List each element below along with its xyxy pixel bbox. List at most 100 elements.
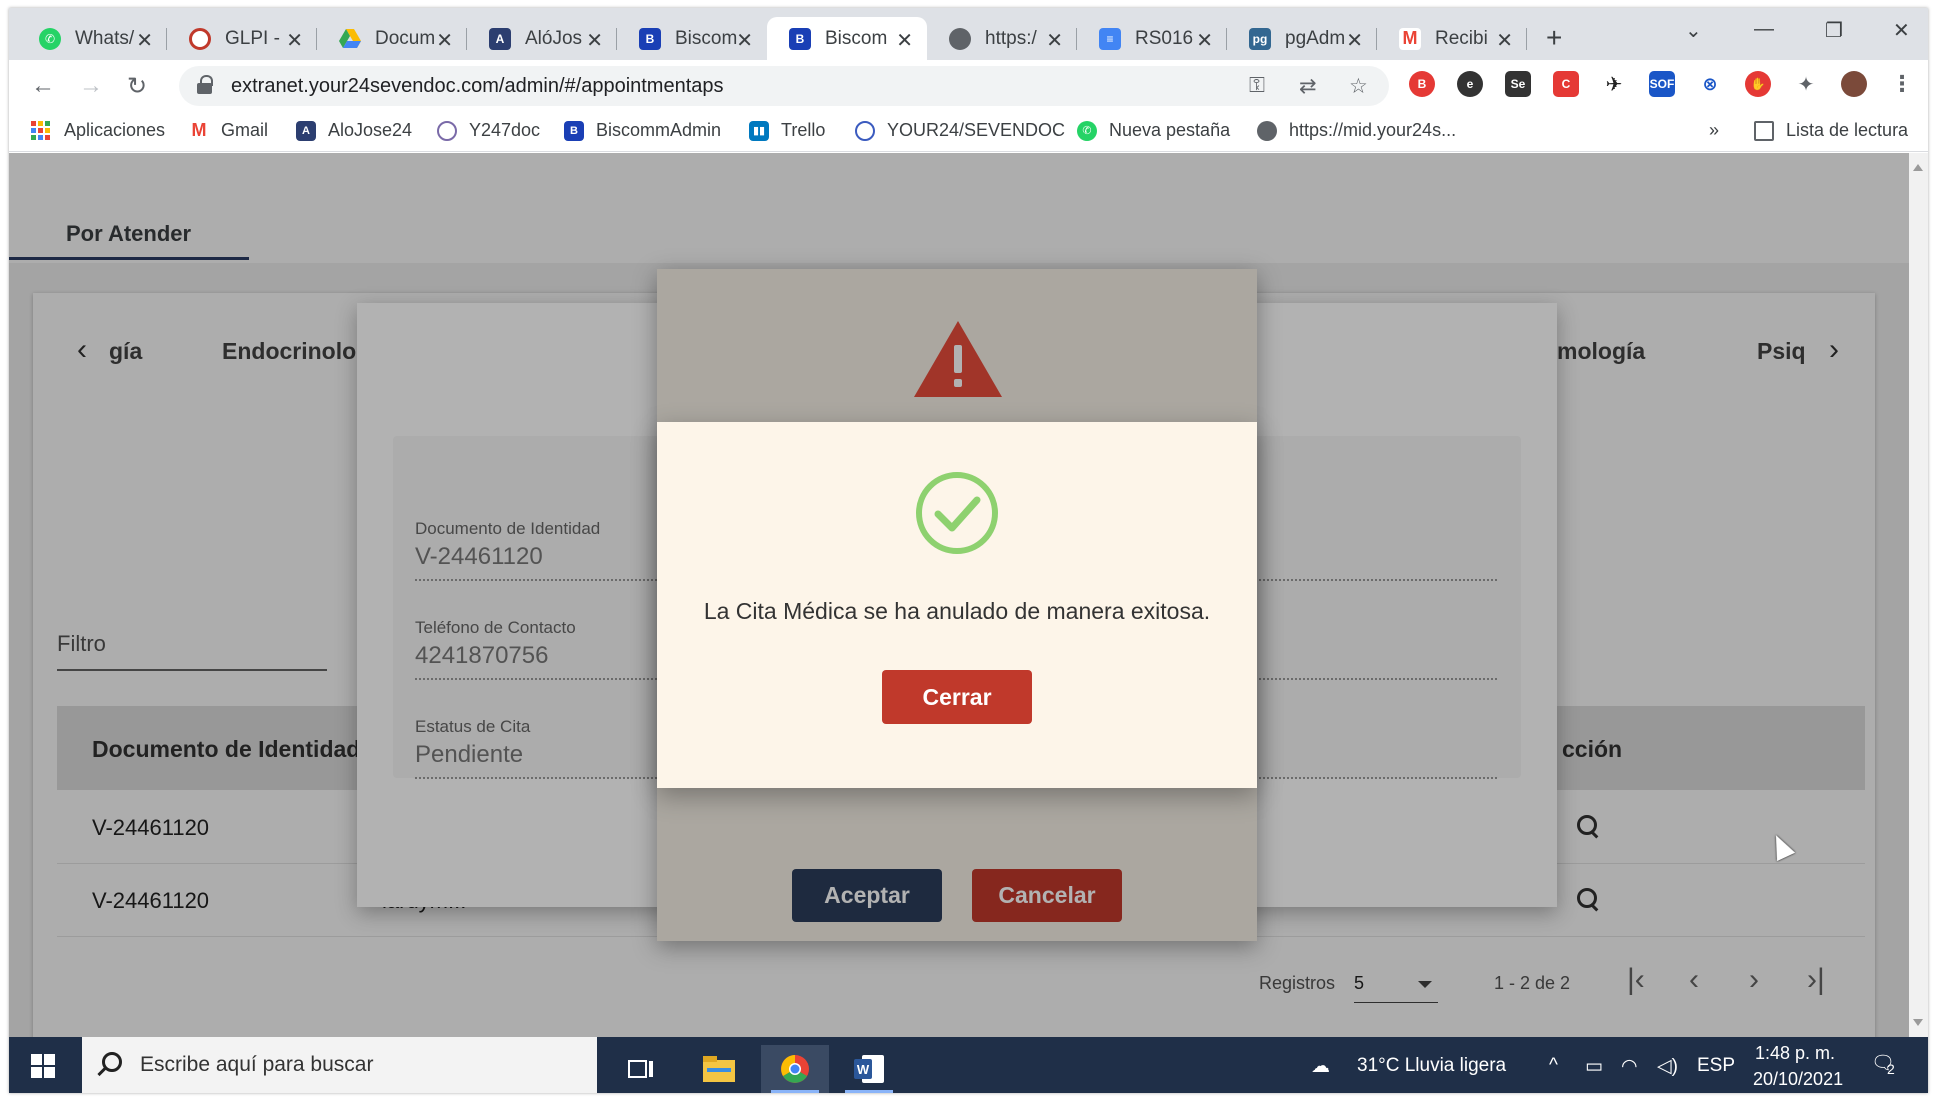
file-explorer-icon[interactable] [685,1045,753,1093]
close-tab-icon[interactable]: ✕ [896,28,913,53]
back-button[interactable]: ← [31,72,55,100]
profile-avatar[interactable] [1841,71,1867,97]
taskbar-search-box[interactable]: Escribe aquí para buscar [82,1037,597,1093]
check-circle-icon [914,470,1000,561]
volume-icon[interactable]: ◁) [1657,1055,1678,1078]
browser-toolbar: ← → ↻ extranet.your24sevendoc.com/admin/… [9,60,1928,112]
weather-icon[interactable]: ☁ [1311,1055,1330,1078]
biscomm-icon: B [789,27,811,50]
windows-start-icon[interactable] [31,1054,55,1078]
bookmark-y247doc[interactable]: Y247doc [437,120,540,141]
bookmark-mid-your24s[interactable]: https://mid.your24s... [1257,120,1456,141]
reading-list-icon [1754,120,1774,141]
close-tab-icon[interactable]: ✕ [1196,28,1213,53]
chrome-icon[interactable] [761,1045,829,1093]
trello-icon: ▮▮ [749,120,769,141]
wifi-icon[interactable]: ◠ [1621,1055,1638,1078]
word-icon[interactable]: W [835,1045,903,1093]
extension-icon[interactable]: SOF [1649,71,1675,97]
bookmark-your24sevendoc[interactable]: YOUR24/SEVENDOC [855,120,1065,141]
tab-search-icon[interactable]: ⌄ [1685,18,1702,43]
active-indicator [771,1090,819,1093]
close-tab-icon[interactable]: ✕ [586,28,603,53]
tab-gmail[interactable]: M Recibi ✕ [1377,17,1527,60]
bookmark-apps[interactable]: Aplicaciones [31,120,165,141]
globe-icon [1257,120,1277,141]
clock-date[interactable]: 20/10/2021 [1753,1069,1843,1090]
bookmark-gmail[interactable]: M Gmail [189,120,269,141]
close-tab-icon[interactable]: ✕ [136,28,153,53]
tab-alojose[interactable]: A AlóJos ✕ [467,17,617,60]
active-indicator [845,1090,893,1093]
biscomm-icon: B [564,120,584,141]
bookmarks-bar: Aplicaciones M Gmail A AloJose24 Y247doc… [9,112,1928,152]
key-icon[interactable]: ⚿ [1249,74,1265,98]
translate-icon[interactable]: ⇄ [1299,74,1317,99]
close-tab-icon[interactable]: ✕ [286,28,303,53]
close-tab-icon[interactable]: ✕ [436,28,453,53]
whatsapp-icon: ✆ [1077,120,1097,141]
svg-text:W: W [857,1062,870,1077]
clock-time[interactable]: 1:48 p. m. [1755,1043,1835,1064]
lock-icon[interactable] [197,75,213,95]
language-indicator[interactable]: ESP [1697,1055,1735,1077]
close-button[interactable]: Cerrar [882,670,1032,724]
address-bar[interactable]: extranet.your24sevendoc.com/admin/#/appo… [179,66,1389,106]
globe-icon [949,27,971,50]
tab-pgadmin[interactable]: pg pgAdm ✕ [1227,17,1377,60]
your24-icon [855,120,875,141]
extension-icon[interactable]: ✋ [1745,71,1771,97]
y247doc-icon [437,120,457,141]
search-icon [102,1052,122,1072]
bookmark-biscommadmin[interactable]: B BiscommAdmin [564,120,721,141]
tab-glpi[interactable]: GLPI - ✕ [167,17,317,60]
pgadmin-icon: pg [1249,27,1271,50]
extensions-puzzle-icon[interactable]: ✦ [1793,71,1819,97]
tab-google-docs[interactable]: ≡ RS016 ✕ [1077,17,1227,60]
whatsapp-icon: ✆ [39,27,61,50]
browser-window: ✆ Whats/ ✕ GLPI - ✕ Docum ✕ A AlóJos ✕ B… [9,8,1928,1093]
glpi-icon [189,27,211,50]
bookmarks-overflow-button[interactable]: » [1709,120,1719,141]
close-window-button[interactable]: ✕ [1893,18,1910,43]
extension-icon[interactable]: ✈ [1601,71,1627,97]
tab-whatsapp[interactable]: ✆ Whats/ ✕ [17,17,167,60]
tab-https[interactable]: https:/ ✕ [927,17,1077,60]
extension-icon[interactable]: B [1409,71,1435,97]
scroll-up-icon[interactable] [1913,159,1923,171]
close-tab-icon[interactable]: ✕ [1046,28,1063,53]
close-tab-icon[interactable]: ✕ [736,28,753,53]
success-message: La Cita Médica se ha anulado de manera e… [703,598,1211,624]
menu-kebab-icon[interactable]: ⋮ [1889,71,1915,97]
reload-button[interactable]: ↻ [127,72,147,101]
tab-biscomm-active[interactable]: B Biscom ✕ [767,17,927,60]
forward-button[interactable]: → [79,72,103,100]
weather-widget[interactable]: 31°C Lluvia ligera [1357,1055,1506,1077]
tab-google-drive[interactable]: Docum ✕ [317,17,467,60]
biscomm-icon: B [639,27,661,50]
reading-list-button[interactable]: Lista de lectura [1754,120,1908,141]
show-hidden-icons-icon[interactable]: ^ [1549,1055,1558,1077]
new-tab-button[interactable]: + [1546,22,1562,54]
restore-button[interactable]: ❐ [1825,18,1843,43]
bookmark-alojose24[interactable]: A AloJose24 [296,120,412,141]
extension-icon[interactable]: C [1553,71,1579,97]
bookmark-star-icon[interactable]: ☆ [1349,74,1368,99]
google-docs-icon: ≡ [1099,27,1121,50]
extension-icon[interactable]: Se [1505,71,1531,97]
tab-biscomm-1[interactable]: B Biscom ✕ [617,17,767,60]
battery-icon[interactable]: ▭ [1585,1055,1603,1078]
gmail-icon: M [191,120,207,140]
success-dialog: La Cita Médica se ha anulado de manera e… [657,422,1257,788]
bookmark-trello[interactable]: ▮▮ Trello [749,120,825,141]
bookmark-nueva-pestana[interactable]: ✆ Nueva pestaña [1077,120,1230,141]
minimize-button[interactable]: — [1754,18,1774,41]
close-tab-icon[interactable]: ✕ [1346,28,1363,53]
page-scrollbar[interactable] [1909,153,1928,1037]
extension-icon[interactable]: e [1457,71,1483,97]
extension-icon[interactable]: ⊗ [1697,71,1723,97]
task-view-icon[interactable] [607,1045,675,1093]
close-tab-icon[interactable]: ✕ [1496,28,1513,53]
alojose-icon: A [296,120,316,141]
scroll-down-icon[interactable] [1913,1019,1923,1031]
